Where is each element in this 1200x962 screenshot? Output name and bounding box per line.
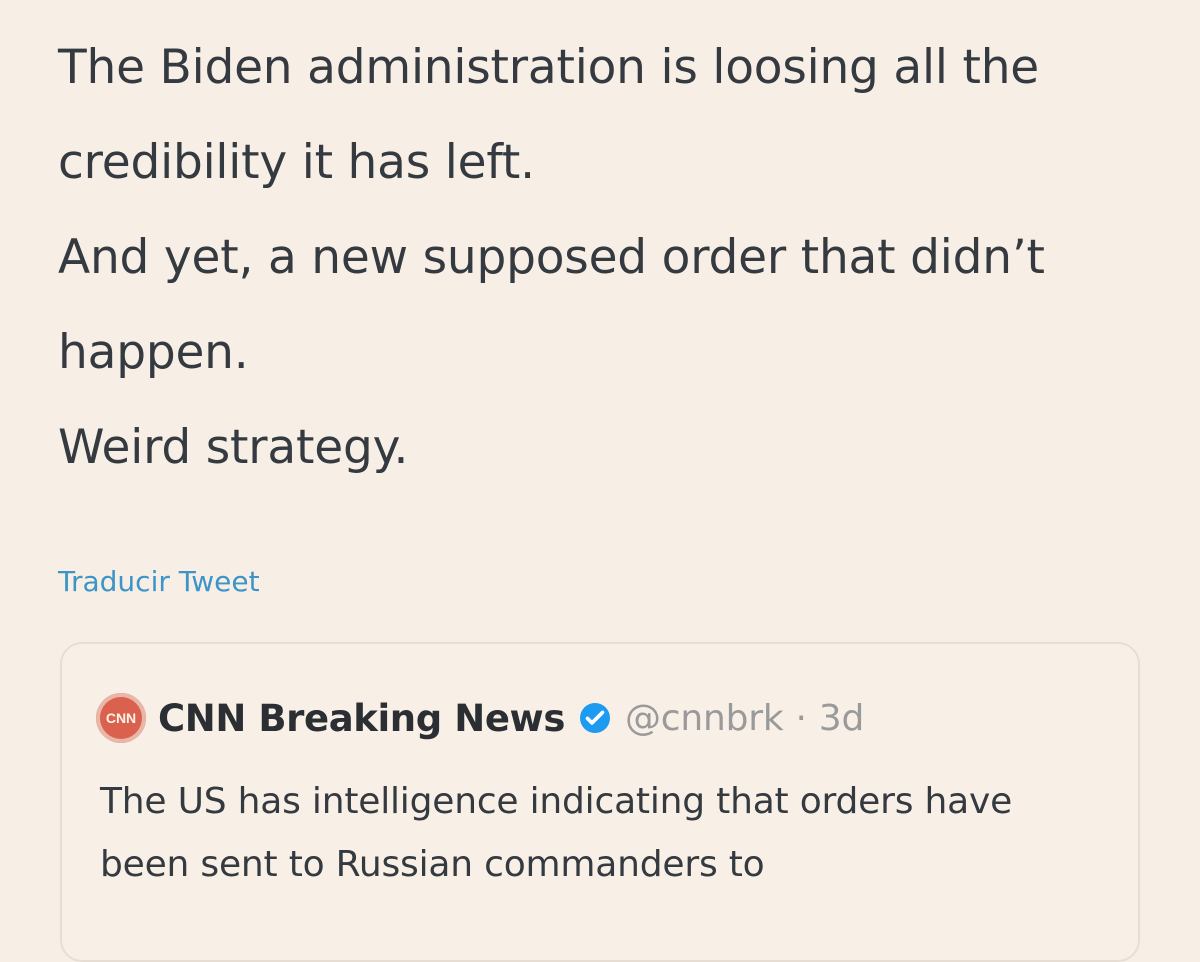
tweet-body: The Biden administration is loosing all … [58,20,1168,495]
quoted-author-handle[interactable]: @cnnbrk [625,698,784,739]
tweet-paragraph-1: The Biden administration is loosing all … [58,40,1040,190]
tweet-paragraph-3: Weird strategy. [58,420,409,475]
quoted-tweet-header: CNN CNN Breaking News @cnnbrk · 3d [96,693,864,743]
translate-tweet-link[interactable]: Traducir Tweet [58,565,260,598]
quoted-tweet-age[interactable]: 3d [819,698,865,739]
verified-badge-icon [579,703,610,733]
quoted-author-name[interactable]: CNN Breaking News [158,697,565,740]
cnn-avatar-icon[interactable]: CNN [96,693,146,743]
quoted-tweet-card[interactable]: CNN CNN Breaking News @cnnbrk · 3d The U… [60,642,1140,962]
tweet-paragraph-2: And yet, a new supposed order that didn’… [58,230,1045,380]
handle-separator: · [795,697,807,739]
quoted-tweet-text: The US has intelligence indicating that … [100,781,1013,885]
